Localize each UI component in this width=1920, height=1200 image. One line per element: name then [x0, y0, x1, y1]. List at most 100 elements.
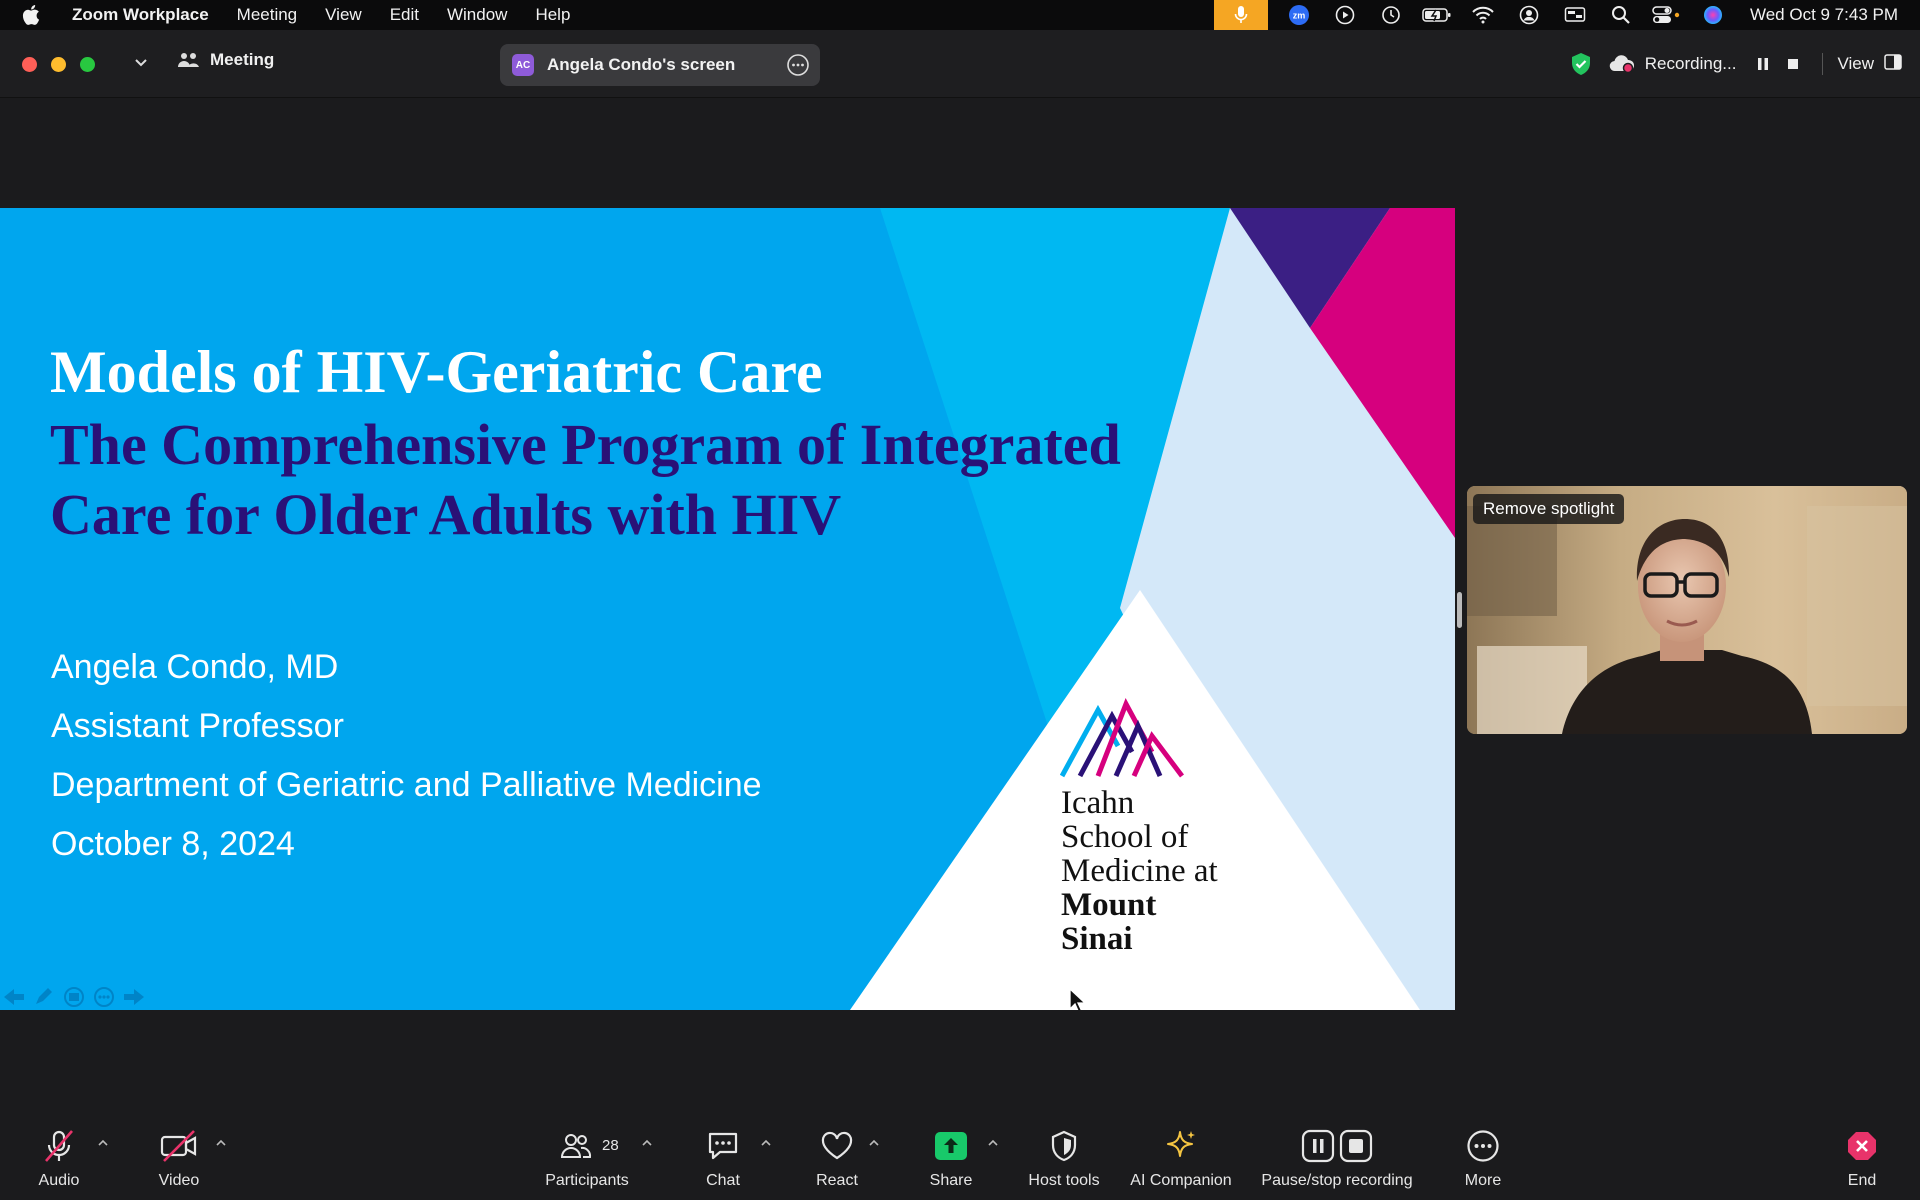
- participants-options-caret-icon[interactable]: [640, 1136, 654, 1150]
- host-tools-button[interactable]: Host tools: [1024, 1110, 1104, 1200]
- cloud-recording-icon: [1609, 54, 1635, 74]
- menu-edit[interactable]: Edit: [376, 5, 433, 25]
- participants-button[interactable]: 28 Participants: [540, 1110, 634, 1200]
- menu-app-name[interactable]: Zoom Workplace: [66, 5, 223, 25]
- microphone-in-use-icon[interactable]: [1213, 0, 1268, 30]
- window-maximize-button[interactable]: [80, 57, 95, 72]
- presenter-role: Assistant Professor: [51, 707, 344, 745]
- mouse-cursor-icon: [1069, 988, 1087, 1010]
- end-label: End: [1847, 1172, 1877, 1189]
- ai-companion-label: AI Companion: [1130, 1172, 1232, 1189]
- video-button[interactable]: Video: [150, 1110, 208, 1200]
- participants-label: Participants: [545, 1172, 629, 1189]
- wifi-icon[interactable]: [1460, 0, 1506, 30]
- menu-view[interactable]: View: [311, 5, 376, 25]
- recording-area: Recording... View: [1569, 48, 1902, 80]
- more-options-icon[interactable]: [786, 53, 810, 77]
- display-icon[interactable]: [1552, 0, 1598, 30]
- menu-bar-clock[interactable]: Wed Oct 9 7:43 PM: [1736, 5, 1920, 25]
- chevron-down-icon[interactable]: [130, 52, 152, 74]
- participants-count: 28: [602, 1137, 619, 1154]
- window-close-button[interactable]: [22, 57, 37, 72]
- pause-stop-recording-button[interactable]: Pause/stop recording: [1256, 1110, 1418, 1200]
- logo-line: School of: [1061, 819, 1189, 855]
- chat-button[interactable]: Chat: [700, 1110, 746, 1200]
- more-dots-icon: [1463, 1126, 1503, 1166]
- options-icon[interactable]: [90, 986, 118, 1008]
- participant-video-tile[interactable]: Remove spotlight: [1467, 486, 1907, 734]
- siri-icon[interactable]: [1690, 0, 1736, 30]
- mount-sinai-logo-icon: [1060, 698, 1184, 778]
- control-center-icon[interactable]: [1644, 0, 1690, 30]
- share-options-caret-icon[interactable]: [986, 1136, 1000, 1150]
- security-shield-icon[interactable]: [1569, 52, 1593, 76]
- zoom-menubar-icon[interactable]: zm: [1276, 0, 1322, 30]
- battery-icon[interactable]: [1414, 0, 1460, 30]
- react-button[interactable]: React: [812, 1110, 862, 1200]
- video-options-caret-icon[interactable]: [214, 1136, 228, 1150]
- logo-line: Icahn: [1061, 785, 1135, 821]
- play-circle-icon[interactable]: [1322, 0, 1368, 30]
- next-slide-icon[interactable]: [120, 986, 148, 1008]
- video-label: Video: [158, 1172, 200, 1189]
- chat-bubble-icon: [703, 1126, 743, 1166]
- slideshow-nav: [0, 986, 148, 1010]
- host-shield-icon: [1044, 1126, 1084, 1166]
- people-icon: [178, 53, 199, 67]
- heart-icon: [817, 1126, 857, 1166]
- slide-subtitle-line1: The Comprehensive Program of Integrated: [50, 412, 1121, 477]
- share-label: Share: [929, 1172, 973, 1189]
- user-account-icon[interactable]: [1506, 0, 1552, 30]
- slide-background: [0, 208, 1455, 1010]
- video-off-icon: [159, 1126, 199, 1166]
- view-layout-icon[interactable]: [1884, 53, 1902, 76]
- more-label: More: [1464, 1172, 1502, 1189]
- spotlight-search-icon[interactable]: [1598, 0, 1644, 30]
- audio-button[interactable]: Audio: [30, 1110, 88, 1200]
- logo-line: Sinai: [1061, 921, 1133, 957]
- menu-help[interactable]: Help: [521, 5, 584, 25]
- menu-window[interactable]: Window: [433, 5, 521, 25]
- logo-line: Medicine at: [1061, 853, 1218, 889]
- end-meeting-button[interactable]: End: [1842, 1110, 1882, 1200]
- react-label: React: [816, 1172, 858, 1189]
- resize-handle[interactable]: [1457, 592, 1462, 628]
- view-menu-button[interactable]: View: [1837, 54, 1874, 74]
- more-button[interactable]: More: [1460, 1110, 1506, 1200]
- meeting-title-bar: Meeting AC Angela Condo's screen Recordi…: [0, 30, 1920, 98]
- audio-label: Audio: [38, 1172, 80, 1189]
- menu-meeting[interactable]: Meeting: [223, 5, 311, 25]
- pause-recording-icon[interactable]: [1752, 53, 1774, 75]
- host-tools-label: Host tools: [1028, 1172, 1100, 1189]
- apple-icon[interactable]: [22, 5, 52, 25]
- window-minimize-button[interactable]: [51, 57, 66, 72]
- shared-screen-pill[interactable]: AC Angela Condo's screen: [500, 44, 820, 86]
- pause-stop-icon: [1301, 1126, 1373, 1166]
- pen-icon[interactable]: [30, 986, 58, 1008]
- share-button[interactable]: Share: [926, 1110, 976, 1200]
- previous-slide-icon[interactable]: [0, 986, 28, 1008]
- meeting-info-button[interactable]: Meeting: [178, 50, 274, 70]
- chat-options-caret-icon[interactable]: [759, 1136, 773, 1150]
- share-screen-icon: [931, 1126, 971, 1166]
- end-meeting-icon: [1842, 1126, 1882, 1166]
- time-machine-icon[interactable]: [1368, 0, 1414, 30]
- audio-options-caret-icon[interactable]: [96, 1136, 110, 1150]
- slide-subtitle-line2: Care for Older Adults with HIV: [50, 482, 842, 547]
- participants-icon: 28: [556, 1126, 619, 1166]
- status-icons: zm Wed Oct 9 7:43 PM: [1213, 0, 1920, 30]
- chat-label: Chat: [706, 1172, 740, 1189]
- slide-menu-icon[interactable]: [60, 986, 88, 1008]
- remove-spotlight-button[interactable]: Remove spotlight: [1473, 494, 1625, 524]
- react-options-caret-icon[interactable]: [867, 1136, 881, 1150]
- shared-screen[interactable]: Models of HIV-Geriatric Care The Compreh…: [0, 208, 1455, 1010]
- presenter-name: Angela Condo, MD: [51, 648, 339, 686]
- meeting-controls-toolbar: Audio Video 28 Participants Chat React S…: [0, 1110, 1920, 1200]
- ai-companion-button[interactable]: AI Companion: [1126, 1110, 1236, 1200]
- pause-stop-label: Pause/stop recording: [1261, 1172, 1413, 1189]
- logo-line: Mount: [1061, 887, 1157, 923]
- divider: [1822, 53, 1824, 75]
- stop-recording-icon[interactable]: [1782, 53, 1804, 75]
- menu-bar: Zoom Workplace Meeting View Edit Window …: [0, 0, 1920, 30]
- presenter-department: Department of Geriatric and Palliative M…: [51, 766, 762, 804]
